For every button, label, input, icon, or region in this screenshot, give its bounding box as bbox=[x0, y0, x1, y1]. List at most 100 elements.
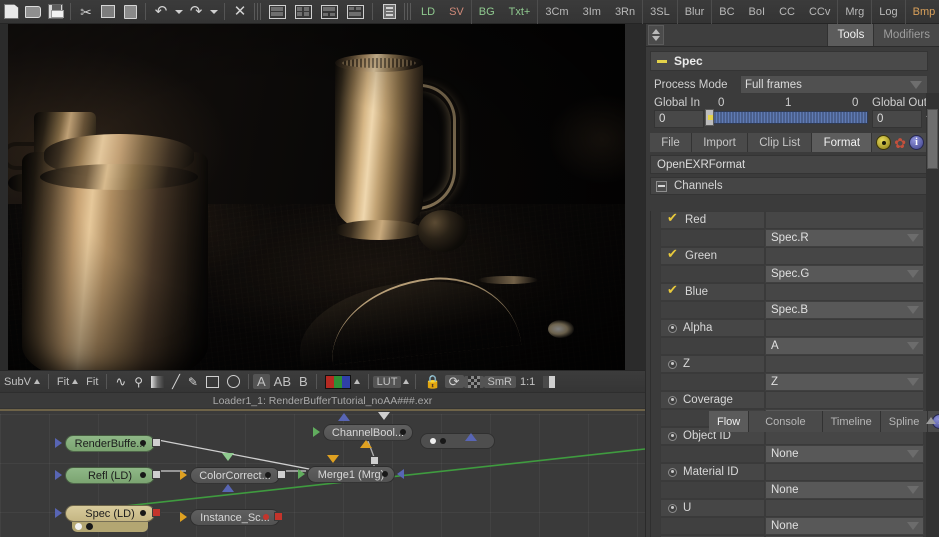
chevron-down-icon[interactable] bbox=[652, 36, 660, 41]
checkbox-checked-icon[interactable] bbox=[667, 283, 679, 298]
node-output-dot[interactable] bbox=[382, 471, 388, 477]
redo-icon[interactable]: ↷ bbox=[185, 1, 207, 23]
fit-button-1[interactable]: Fit bbox=[53, 376, 82, 388]
node-input-pin[interactable] bbox=[55, 508, 62, 518]
node-fg-arrow[interactable] bbox=[327, 455, 339, 463]
channel-source-dropdown[interactable]: Spec.G bbox=[765, 265, 924, 283]
node-output-dot[interactable] bbox=[265, 472, 271, 478]
bin-icon[interactable] bbox=[377, 1, 401, 23]
open-comp-icon[interactable] bbox=[22, 1, 44, 23]
new-comp-icon[interactable] bbox=[0, 1, 22, 23]
paste-icon[interactable] bbox=[119, 1, 141, 23]
channel-toggle[interactable]: Material ID bbox=[660, 463, 765, 481]
tab-timeline[interactable]: Timeline bbox=[822, 411, 881, 432]
curve-icon[interactable]: ∿ bbox=[111, 375, 130, 388]
node-input-pin[interactable] bbox=[180, 470, 187, 480]
tab-spline[interactable]: Spline bbox=[880, 411, 929, 432]
node-input-pin[interactable] bbox=[298, 469, 305, 479]
layout-2-button[interactable] bbox=[290, 1, 316, 23]
node-badge-white[interactable] bbox=[430, 438, 436, 444]
node-input-pin[interactable] bbox=[55, 470, 62, 480]
checkbox-checked-icon[interactable] bbox=[667, 247, 679, 262]
node-input-pin[interactable] bbox=[313, 427, 320, 437]
split-icon[interactable] bbox=[539, 375, 559, 388]
channels-list[interactable]: Red Spec.R Green bbox=[650, 211, 939, 537]
line-icon[interactable]: ╱ bbox=[168, 375, 184, 388]
node-fg-input-arrow[interactable] bbox=[360, 440, 372, 448]
channel-toggle[interactable]: Red bbox=[660, 211, 765, 229]
node-output-dot[interactable] bbox=[140, 472, 146, 478]
flow-scroll-up-button[interactable] bbox=[924, 413, 937, 427]
node-mask-arrow[interactable] bbox=[378, 412, 390, 420]
channel-source-dropdown[interactable]: Z bbox=[765, 373, 924, 391]
buffer-b-button[interactable]: B bbox=[295, 374, 312, 389]
channel-source-dropdown[interactable]: Spec.R bbox=[765, 229, 924, 247]
tab-modifiers[interactable]: Modifiers bbox=[873, 24, 939, 46]
tool-shortcut-sv[interactable]: SV bbox=[442, 1, 471, 23]
node-view-toggle[interactable] bbox=[152, 470, 161, 479]
node-badge-dark[interactable] bbox=[440, 438, 446, 444]
tab-flow[interactable]: Flow bbox=[709, 411, 750, 432]
node-input-pin[interactable] bbox=[55, 438, 62, 448]
info-icon[interactable]: i bbox=[909, 135, 924, 150]
collapse-icon[interactable] bbox=[657, 59, 667, 63]
chevron-up-icon[interactable] bbox=[353, 379, 360, 384]
channel-toggle[interactable]: Z bbox=[660, 355, 765, 373]
gear-icon[interactable]: ✿ bbox=[894, 136, 906, 150]
checkbox-unchecked-icon[interactable] bbox=[668, 503, 677, 513]
channel-source-dropdown[interactable]: None bbox=[765, 481, 924, 499]
channel-source-dropdown[interactable]: A bbox=[765, 337, 924, 355]
buffer-a-button[interactable]: A bbox=[252, 374, 270, 389]
node-mask-input-arrow[interactable] bbox=[222, 453, 234, 461]
tool-shortcut-bc[interactable]: BC bbox=[712, 1, 741, 23]
global-out-field[interactable]: 0 bbox=[872, 110, 922, 128]
ellipse-roi-icon[interactable] bbox=[223, 375, 244, 388]
tab-import[interactable]: Import bbox=[691, 133, 749, 152]
lock-icon[interactable]: 🔒 bbox=[420, 375, 444, 388]
node-view-toggle[interactable] bbox=[152, 438, 161, 447]
collapse-icon[interactable] bbox=[656, 180, 667, 192]
wand-icon[interactable]: ✎ bbox=[184, 376, 202, 388]
checkbox-unchecked-icon[interactable] bbox=[668, 467, 677, 477]
smooth-resize-button[interactable]: SmR bbox=[483, 375, 516, 388]
channel-toggle[interactable]: Alpha bbox=[660, 319, 765, 337]
channel-source-dropdown[interactable]: None bbox=[765, 445, 924, 463]
tool-shortcut-cc[interactable]: CC bbox=[772, 1, 802, 23]
fit-button-2[interactable]: Fit bbox=[82, 376, 102, 388]
radioactive-icon[interactable] bbox=[876, 135, 892, 150]
lut-dropdown-icon[interactable] bbox=[401, 379, 411, 384]
process-mode-dropdown[interactable]: Full frames bbox=[740, 75, 928, 94]
undo-icon[interactable]: ↶ bbox=[150, 1, 172, 23]
lock-b-icon[interactable]: ⚲ bbox=[130, 376, 147, 388]
copy-icon[interactable] bbox=[97, 1, 119, 23]
checkbox-unchecked-icon[interactable] bbox=[668, 323, 677, 333]
tool-shortcut-bg[interactable]: BG bbox=[472, 1, 502, 23]
buffer-ab-button[interactable]: AB bbox=[270, 374, 295, 389]
inspector-spinner[interactable] bbox=[648, 25, 664, 45]
tool-shortcut-bmp[interactable]: Bmp bbox=[906, 1, 939, 23]
inspector-vertical-scrollbar[interactable] bbox=[926, 93, 939, 537]
node-effect-mask-arrow[interactable] bbox=[222, 484, 234, 492]
inspected-node-header[interactable]: Spec bbox=[650, 51, 928, 71]
loop-icon[interactable]: ⟳ bbox=[444, 375, 464, 388]
layout-1-button[interactable] bbox=[264, 1, 290, 23]
channel-toggle[interactable]: Green bbox=[660, 247, 765, 265]
chevron-up-icon[interactable] bbox=[652, 29, 660, 34]
channel-source-dropdown[interactable]: None bbox=[765, 517, 924, 535]
node-spec-expander[interactable] bbox=[72, 522, 148, 532]
checker-icon[interactable] bbox=[463, 375, 484, 388]
tool-shortcut-3im[interactable]: 3Im bbox=[576, 1, 608, 23]
rendered-image[interactable] bbox=[8, 24, 625, 370]
subview-button[interactable]: SubV bbox=[0, 376, 44, 388]
tab-console[interactable]: Console bbox=[749, 411, 823, 432]
node-output-dot[interactable] bbox=[140, 440, 146, 446]
global-in-field[interactable]: 0 bbox=[654, 110, 704, 128]
tool-shortcut-log[interactable]: Log bbox=[872, 1, 904, 23]
checkbox-unchecked-icon[interactable] bbox=[668, 359, 677, 369]
global-range-slider-handle[interactable] bbox=[705, 109, 714, 126]
layout-4-button[interactable] bbox=[342, 1, 368, 23]
node-bg-input-arrow[interactable] bbox=[338, 413, 350, 421]
node-view-toggle[interactable] bbox=[277, 470, 286, 479]
node-output-dot[interactable] bbox=[140, 510, 146, 516]
chevron-up-icon[interactable] bbox=[72, 379, 79, 384]
